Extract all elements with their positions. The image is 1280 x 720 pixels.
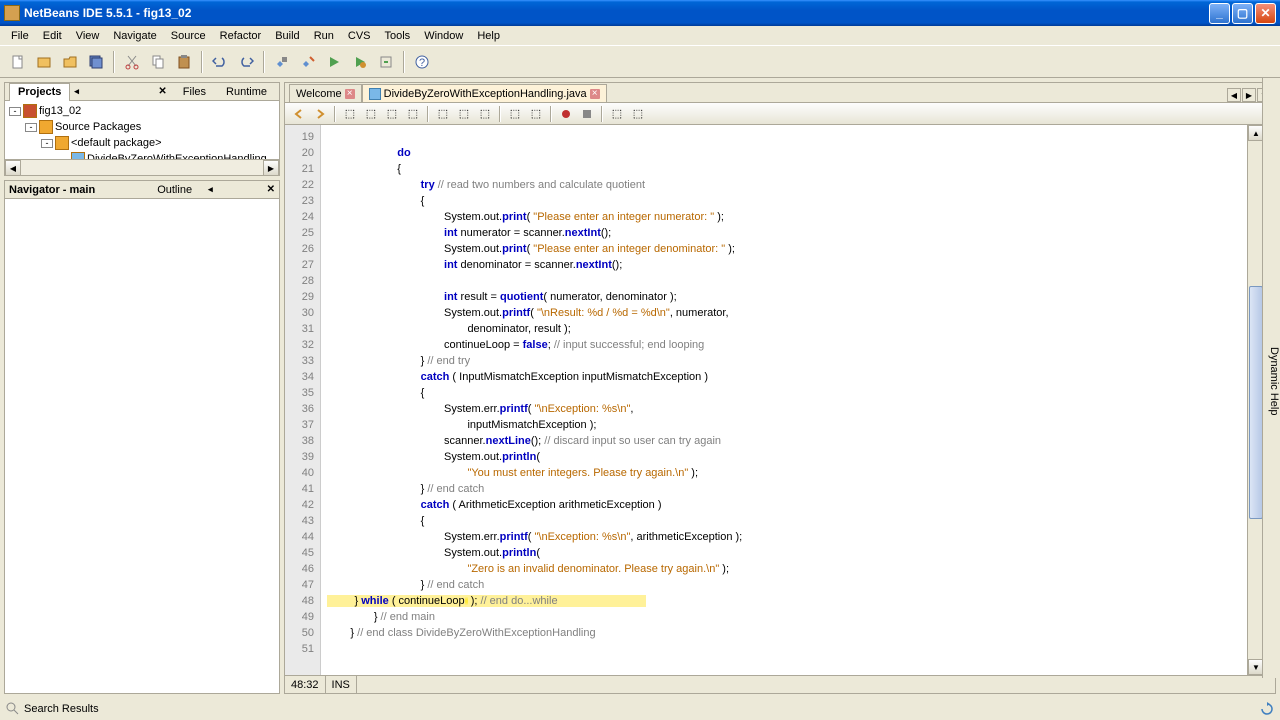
status-footer: Search Results <box>0 698 1280 720</box>
menu-window[interactable]: Window <box>417 28 470 44</box>
menu-build[interactable]: Build <box>268 28 306 44</box>
line-gutter[interactable]: 19 20 21 22 23 24 25 26 27 28 29 30 31 3… <box>285 125 321 675</box>
new-project-icon[interactable] <box>32 50 56 74</box>
editor-toolbar: ⬚ ⬚ ⬚ ⬚ ⬚ ⬚ ⬚ ⬚ ⬚ ⬚ ⬚ <box>285 103 1275 125</box>
code-editor[interactable]: do { try // read two numbers and calcula… <box>321 125 1247 675</box>
uncomment-icon[interactable]: ⬚ <box>628 105 648 123</box>
close-tab-icon[interactable]: × <box>590 89 600 99</box>
find-next-icon[interactable]: ⬚ <box>382 105 402 123</box>
project-tree[interactable]: -fig13_02 -Source Packages -<default pac… <box>5 101 279 159</box>
java-file-icon <box>369 88 381 100</box>
dynamic-help-tab[interactable]: Dynamic Help <box>1262 78 1280 678</box>
app-icon <box>4 5 20 21</box>
build-icon[interactable] <box>270 50 294 74</box>
search-icon <box>6 702 20 716</box>
attach-debug-icon[interactable] <box>374 50 398 74</box>
undo-icon[interactable] <box>208 50 232 74</box>
navigator-title: Navigator - main <box>9 184 95 196</box>
menu-refactor[interactable]: Refactor <box>213 28 269 44</box>
help-icon[interactable]: ? <box>410 50 434 74</box>
search-results-label[interactable]: Search Results <box>24 703 99 715</box>
next-bookmark-icon[interactable]: ⬚ <box>454 105 474 123</box>
tree-project[interactable]: fig13_02 <box>39 105 81 117</box>
editor-status-bar: 48:32 INS <box>285 675 1275 693</box>
tab-welcome[interactable]: Welcome× <box>289 84 362 102</box>
tab-outline[interactable]: Outline <box>149 181 200 199</box>
close-tab-icon[interactable]: × <box>345 89 355 99</box>
menu-file[interactable]: File <box>4 28 36 44</box>
tab-runtime[interactable]: Runtime <box>218 83 275 101</box>
menu-bar: File Edit View Navigate Source Refactor … <box>0 26 1280 46</box>
window-title: NetBeans IDE 5.5.1 - fig13_02 <box>24 6 1209 20</box>
macro-record-icon[interactable] <box>556 105 576 123</box>
navigator-tree[interactable] <box>5 199 279 693</box>
save-all-icon[interactable] <box>84 50 108 74</box>
debug-icon[interactable] <box>348 50 372 74</box>
cut-icon[interactable] <box>120 50 144 74</box>
scroll-left-icon[interactable]: ◀ <box>5 160 21 176</box>
scroll-tabs-left-icon[interactable]: ◀ <box>1227 88 1241 102</box>
close-icon[interactable]: ✕ <box>158 86 166 97</box>
forward-icon[interactable] <box>310 105 330 123</box>
tab-files[interactable]: Files <box>175 83 214 101</box>
minimize-button[interactable]: _ <box>1209 3 1230 24</box>
menu-run[interactable]: Run <box>307 28 341 44</box>
cursor-position: 48:32 <box>285 676 326 693</box>
find-selection-icon[interactable]: ⬚ <box>340 105 360 123</box>
back-icon[interactable] <box>289 105 309 123</box>
prev-bookmark-icon[interactable]: ⬚ <box>433 105 453 123</box>
scroll-tabs-right-icon[interactable]: ▶ <box>1242 88 1256 102</box>
shift-right-icon[interactable]: ⬚ <box>526 105 546 123</box>
menu-edit[interactable]: Edit <box>36 28 69 44</box>
run-icon[interactable] <box>322 50 346 74</box>
toggle-highlight-icon[interactable]: ⬚ <box>403 105 423 123</box>
vertical-scrollbar[interactable]: ▲ ▼ <box>1247 125 1263 675</box>
menu-view[interactable]: View <box>69 28 107 44</box>
paste-icon[interactable] <box>172 50 196 74</box>
find-prev-icon[interactable]: ⬚ <box>361 105 381 123</box>
svg-text:?: ? <box>419 57 425 69</box>
close-icon[interactable]: ✕ <box>267 184 275 195</box>
maximize-button[interactable]: ▢ <box>1232 3 1253 24</box>
shift-left-icon[interactable]: ⬚ <box>505 105 525 123</box>
menu-help[interactable]: Help <box>470 28 507 44</box>
menu-tools[interactable]: Tools <box>378 28 418 44</box>
main-toolbar: ? <box>0 46 1280 78</box>
tab-source-file[interactable]: DivideByZeroWithExceptionHandling.java× <box>362 84 607 102</box>
clean-build-icon[interactable] <box>296 50 320 74</box>
tree-package[interactable]: <default package> <box>71 137 162 149</box>
close-button[interactable]: ✕ <box>1255 3 1276 24</box>
menu-source[interactable]: Source <box>164 28 213 44</box>
new-file-icon[interactable] <box>6 50 30 74</box>
redo-icon[interactable] <box>234 50 258 74</box>
macro-stop-icon[interactable] <box>577 105 597 123</box>
menu-cvs[interactable]: CVS <box>341 28 378 44</box>
tree-source[interactable]: Source Packages <box>55 121 141 133</box>
title-bar: NetBeans IDE 5.5.1 - fig13_02 _ ▢ ✕ <box>0 0 1280 26</box>
insert-mode: INS <box>326 676 357 693</box>
comment-icon[interactable]: ⬚ <box>607 105 627 123</box>
refresh-icon[interactable] <box>1260 702 1274 716</box>
tab-projects[interactable]: Projects <box>9 83 70 101</box>
menu-navigate[interactable]: Navigate <box>106 28 163 44</box>
scroll-right-icon[interactable]: ▶ <box>263 160 279 176</box>
copy-icon[interactable] <box>146 50 170 74</box>
open-project-icon[interactable] <box>58 50 82 74</box>
toggle-bookmark-icon[interactable]: ⬚ <box>475 105 495 123</box>
